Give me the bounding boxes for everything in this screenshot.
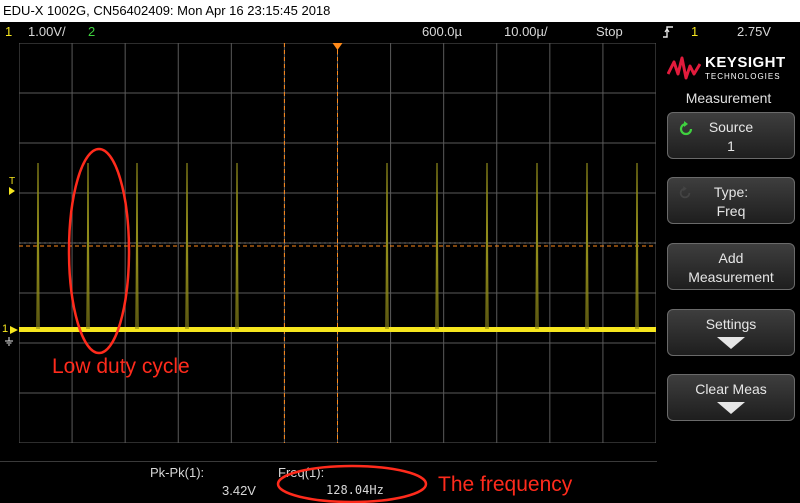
frequency-circle [276,464,428,503]
frequency-annotation: The frequency [438,473,573,496]
annotation-overlay [67,147,428,503]
duty-cycle-circle [67,147,131,355]
duty-cycle-annotation: Low duty cycle [52,355,190,378]
